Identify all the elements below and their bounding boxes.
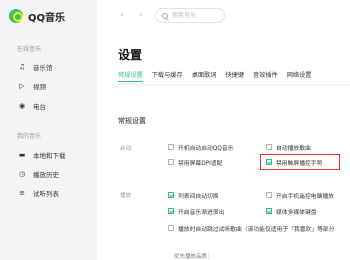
sidebar-item-trial-list[interactable]: ≡ 试听列表 bbox=[17, 187, 59, 199]
music-note-icon: ♫ bbox=[18, 63, 26, 71]
option-list-auto-switch[interactable]: 列表间自动切换 bbox=[168, 191, 219, 200]
checkbox-checked[interactable] bbox=[168, 192, 174, 198]
tab-desktop-lyrics[interactable]: 桌面歌词 bbox=[192, 72, 217, 82]
tab-general[interactable]: 常规设置 bbox=[118, 72, 143, 82]
play-label: 播放 bbox=[120, 193, 132, 199]
qq-music-logo-icon bbox=[9, 9, 23, 23]
sidebar-item-label: 本地和下载 bbox=[33, 152, 66, 160]
option-label: 媒体多媒体键盘 bbox=[276, 209, 317, 216]
tab-sound-plugins[interactable]: 音效插件 bbox=[253, 72, 278, 82]
tab-download-cache[interactable]: 下载与缓存 bbox=[152, 72, 183, 82]
option-label: 禁用屏幕DPI适配 bbox=[178, 160, 223, 167]
qq-music-window: QQ音乐 在线音乐 ♫ 音乐馆 ▷ 视频 ◉ 电台 我的音乐 ▬ 本地和下载 ◷… bbox=[0, 0, 350, 260]
playlist-icon: ≡ bbox=[19, 189, 25, 197]
highlight-box bbox=[260, 154, 340, 170]
sidebar-heading-my-music: 我的音乐 bbox=[17, 133, 42, 140]
option-label: 自动播放歌曲 bbox=[276, 145, 311, 152]
checkbox[interactable] bbox=[168, 225, 174, 231]
sidebar: QQ音乐 在线音乐 ♫ 音乐馆 ▷ 视频 ◉ 电台 我的音乐 ▬ 本地和下载 ◷… bbox=[0, 0, 97, 260]
settings-tabs: 常规设置 下载与缓存 桌面歌词 快捷键 音效插件 网络设置 bbox=[118, 72, 321, 82]
option-media-keyboard[interactable]: 媒体多媒体键盘 bbox=[266, 207, 317, 216]
sidebar-item-music-hall[interactable]: ♫ 音乐馆 bbox=[17, 61, 53, 73]
tab-network[interactable]: 网络设置 bbox=[287, 72, 312, 82]
sidebar-item-local-download[interactable]: ▬ 本地和下载 bbox=[17, 149, 66, 161]
sidebar-item-video[interactable]: ▷ 视频 bbox=[17, 80, 46, 92]
search-icon bbox=[162, 12, 168, 19]
history-icon: ◷ bbox=[18, 170, 26, 178]
sidebar-heading-online: 在线音乐 bbox=[17, 46, 42, 53]
search-box[interactable] bbox=[155, 8, 225, 23]
option-fade-in-out[interactable]: 开启音乐渐进渐出 bbox=[168, 207, 225, 216]
option-autoplay[interactable]: 自动播放歌曲 bbox=[266, 143, 311, 152]
checkbox[interactable] bbox=[266, 192, 272, 198]
sidebar-item-label: 电台 bbox=[33, 103, 46, 111]
option-label: 开机自动启动QQ音乐 bbox=[178, 145, 234, 152]
section-title: 常规设置 bbox=[118, 117, 146, 125]
option-autostart[interactable]: 开机自动启动QQ音乐 bbox=[168, 143, 234, 152]
forward-button[interactable]: › bbox=[139, 10, 143, 20]
search-input[interactable] bbox=[172, 12, 222, 19]
checkbox-checked[interactable] bbox=[168, 208, 174, 214]
option-label: 播放时自动跳过试听歌曲（该功能仅适用于「我喜欢」等部分 bbox=[178, 226, 335, 233]
startup-label: 启动 bbox=[120, 146, 132, 152]
checkbox[interactable] bbox=[266, 144, 272, 150]
sidebar-item-radio[interactable]: ◉ 电台 bbox=[17, 100, 46, 112]
sidebar-item-label: 试听列表 bbox=[33, 190, 59, 198]
option-skip-trial[interactable]: 播放时自动跳过试听歌曲（该功能仅适用于「我喜欢」等部分 bbox=[168, 224, 335, 233]
back-button[interactable]: ‹ bbox=[120, 10, 124, 20]
sidebar-item-history[interactable]: ◷ 播放历史 bbox=[17, 168, 59, 180]
app-logo[interactable]: QQ音乐 bbox=[9, 8, 65, 24]
priority-quality-label: 优先播放品质： bbox=[174, 254, 213, 260]
sidebar-item-label: 视频 bbox=[33, 83, 46, 91]
checkbox[interactable] bbox=[168, 144, 174, 150]
tab-divider bbox=[118, 84, 350, 85]
option-phone-remote[interactable]: 开启手机遥控电脑播放 bbox=[266, 191, 334, 200]
option-disable-dpi[interactable]: 禁用屏幕DPI适配 bbox=[168, 158, 223, 167]
radio-icon: ◉ bbox=[18, 102, 26, 110]
option-label: 开启手机遥控电脑播放 bbox=[276, 193, 334, 200]
page-title: 设置 bbox=[118, 48, 143, 62]
app-name: QQ音乐 bbox=[28, 12, 66, 24]
sidebar-item-label: 播放历史 bbox=[33, 171, 59, 179]
video-icon: ▷ bbox=[19, 82, 25, 90]
option-label: 开启音乐渐进渐出 bbox=[178, 209, 225, 216]
checkbox-checked[interactable] bbox=[266, 208, 272, 214]
download-icon: ▬ bbox=[18, 151, 26, 159]
option-label: 列表间自动切换 bbox=[178, 193, 219, 200]
checkbox[interactable] bbox=[168, 159, 174, 165]
sidebar-item-label: 音乐馆 bbox=[33, 64, 53, 72]
tab-hotkeys[interactable]: 快捷键 bbox=[225, 72, 244, 82]
